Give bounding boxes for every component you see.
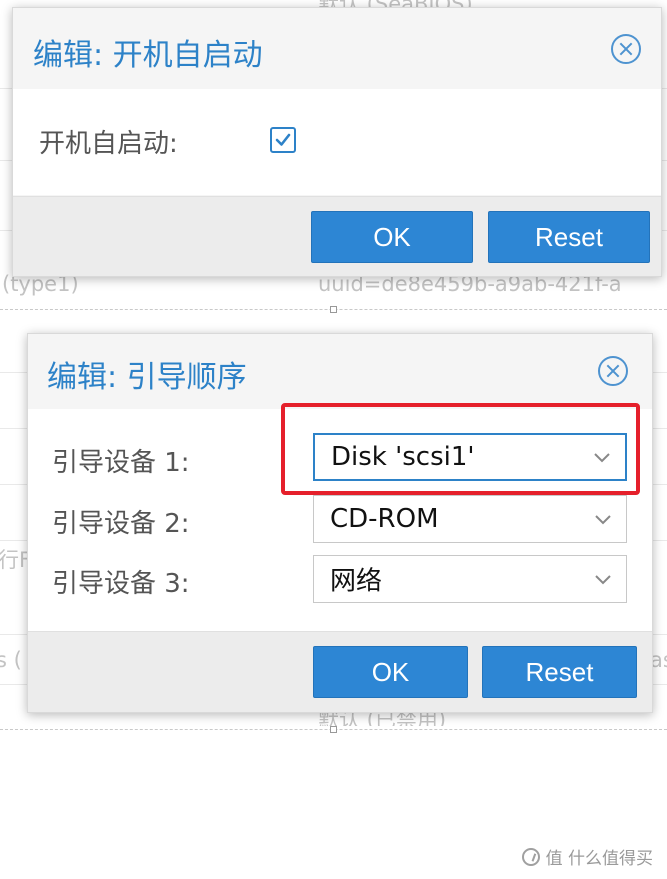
watermark-text: 值 什么值得买 xyxy=(545,849,653,869)
highlight-annotation-box xyxy=(281,403,640,495)
chevron-down-icon xyxy=(595,575,611,585)
background-text: s ( xyxy=(0,648,22,672)
checkmark-icon xyxy=(275,133,291,146)
frame-handle xyxy=(330,726,337,733)
select-value: CD-ROM xyxy=(330,504,439,534)
close-icon[interactable] xyxy=(598,356,628,386)
select-value: 网络 xyxy=(330,566,383,597)
frame-handle xyxy=(330,306,337,313)
chevron-down-icon xyxy=(595,515,611,525)
dialog-title: 编辑: 引导顺序 xyxy=(47,360,247,395)
boot-order-dialog: 编辑: 引导顺序 引导设备 1: Disk 'scsi1' 引导设备 2: CD… xyxy=(27,333,653,713)
boot-device-2-label: 引导设备 2: xyxy=(52,509,190,539)
dialog-header: 编辑: 引导顺序 xyxy=(28,334,652,408)
watermark-logo-icon xyxy=(521,847,540,866)
ok-button[interactable]: OK xyxy=(311,211,473,263)
boot-device-2-select[interactable]: CD-ROM xyxy=(313,495,627,543)
dialog-footer: OK Reset xyxy=(13,196,661,276)
reset-button[interactable]: Reset xyxy=(488,211,650,263)
boot-device-1-label: 引导设备 1: xyxy=(52,448,190,478)
autostart-label: 开机自启动: xyxy=(39,129,178,159)
ok-button[interactable]: OK xyxy=(313,646,468,698)
autostart-dialog: 编辑: 开机自启动 开机自启动: OK Reset xyxy=(12,7,662,277)
boot-device-3-label: 引导设备 3: xyxy=(52,569,190,599)
dialog-body: 开机自启动: xyxy=(13,89,661,195)
close-icon[interactable] xyxy=(611,34,641,64)
dialog-footer: OK Reset xyxy=(28,631,652,712)
dialog-header: 编辑: 开机自启动 xyxy=(13,8,661,88)
boot-device-3-select[interactable]: 网络 xyxy=(313,555,627,603)
watermark: 值 什么值得买 xyxy=(521,844,653,869)
dialog-title: 编辑: 开机自启动 xyxy=(33,38,263,73)
autostart-checkbox[interactable] xyxy=(270,127,296,153)
reset-button[interactable]: Reset xyxy=(482,646,637,698)
